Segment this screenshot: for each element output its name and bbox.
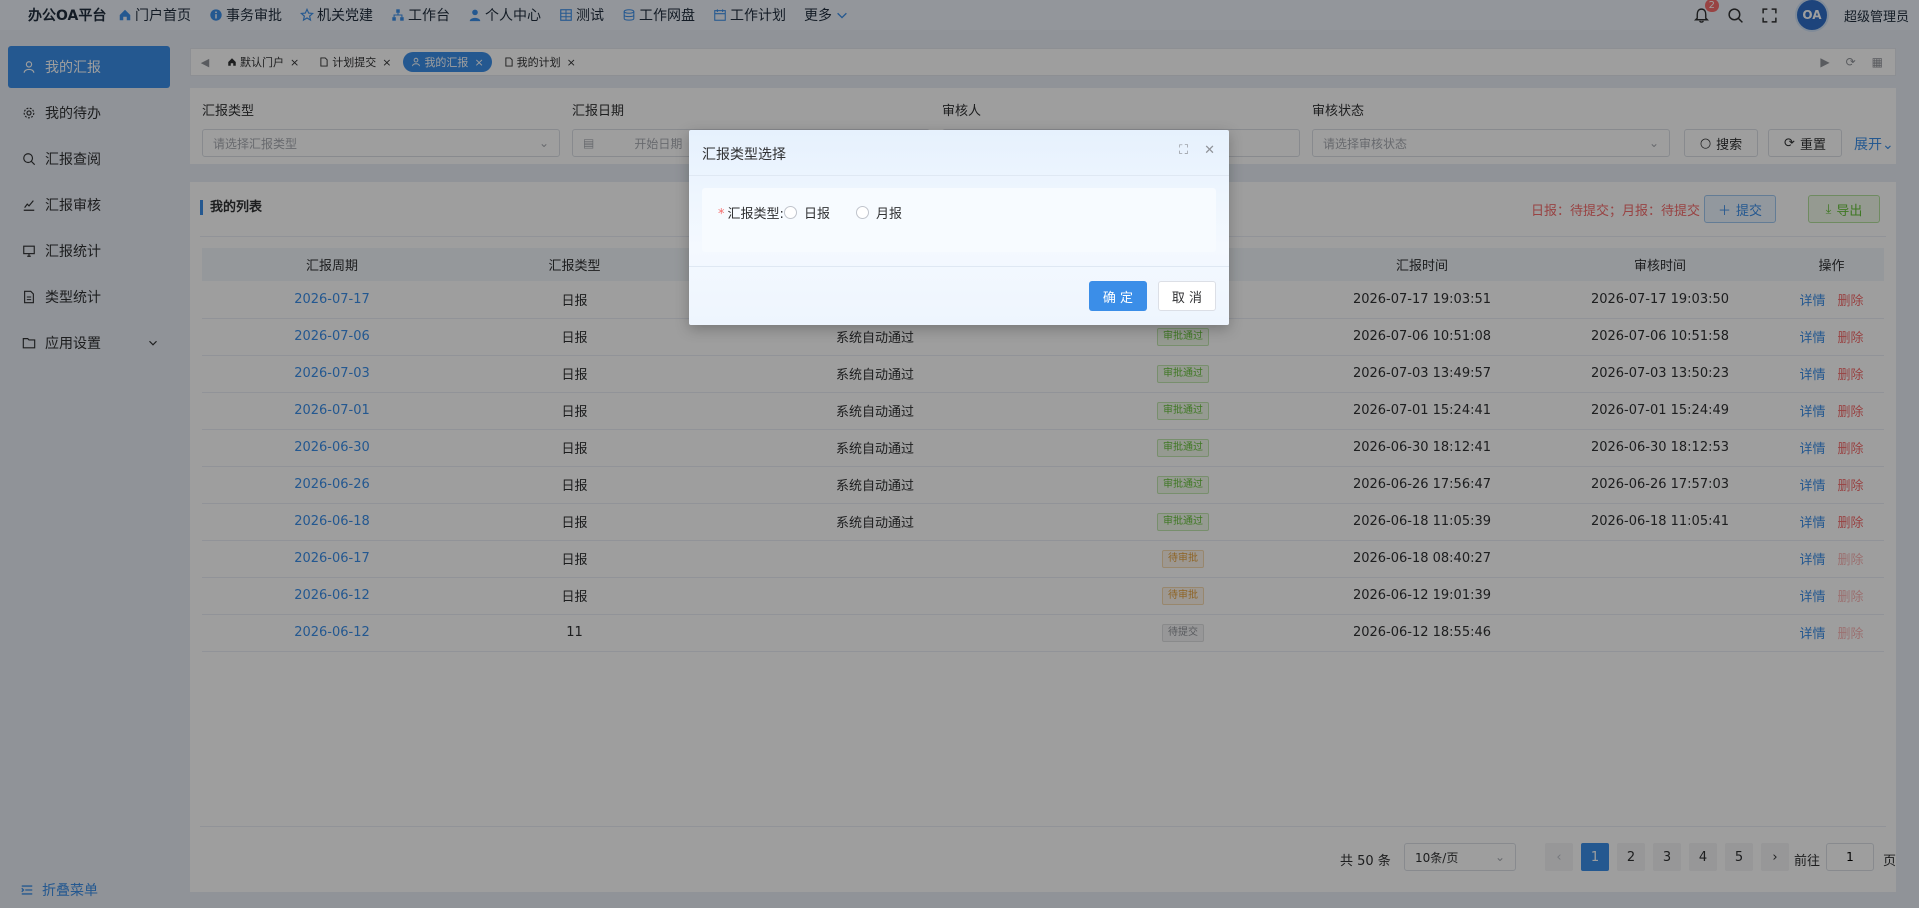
radio-circle [856,206,869,219]
radio-label: 月报 [876,207,903,222]
radio-daily[interactable]: 日报 [784,203,830,222]
radio-label: 日报 [804,207,831,222]
required-mark: * [718,207,725,222]
divider [689,266,1229,267]
cancel-button[interactable]: 取 消 [1158,281,1216,311]
confirm-button[interactable]: 确 定 [1089,281,1147,311]
radio-circle [784,206,797,219]
radio-monthly[interactable]: 月报 [856,203,902,222]
dialog-form: * 汇报类型: 日报 月报 [702,188,1216,252]
dialog-tools: ⛶ ✕ [1179,143,1215,158]
maximize-icon[interactable]: ⛶ [1179,143,1188,158]
report-type-field-label: * 汇报类型: [718,203,784,222]
field-label-text: 汇报类型: [727,207,784,222]
close-icon[interactable]: ✕ [1204,143,1215,158]
divider [689,175,1229,176]
report-type-dialog: 汇报类型选择 ⛶ ✕ * 汇报类型: 日报 月报 确 定 取 消 [689,130,1229,325]
dialog-title: 汇报类型选择 [702,147,786,163]
